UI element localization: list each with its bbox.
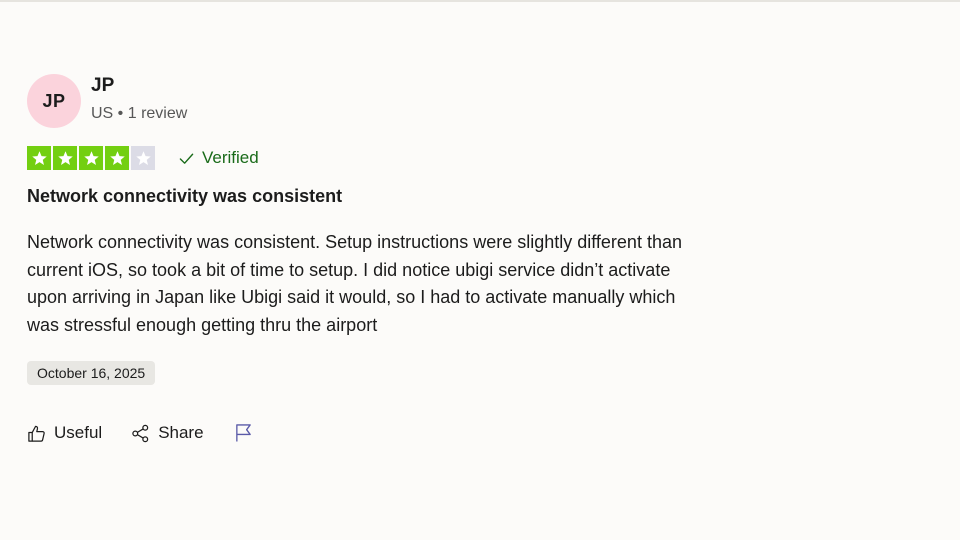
share-icon [132,424,149,442]
avatar[interactable]: JP [27,74,81,128]
verified-badge: Verified [179,148,259,168]
star-filled [79,146,103,170]
useful-label: Useful [54,423,103,442]
star-filled [27,146,51,170]
rating-row: Verified [27,146,707,170]
star-filled [53,146,77,170]
verified-label: Verified [202,148,259,167]
top-divider [0,0,960,2]
check-icon [179,153,194,164]
reviewer-info: JP US • 1 review [91,74,187,124]
reviewer-meta: US • 1 review [91,105,188,122]
review-body: Network connectivity was consistent. Set… [27,232,682,335]
star-empty [131,146,155,170]
share-label: Share [158,423,204,442]
reviewer-name[interactable]: JP [91,74,187,98]
report-flag-button[interactable] [234,423,253,443]
review-title: Network connectivity was consistent [27,186,343,206]
star-icon [83,150,99,165]
reviewer-header: JP JP US • 1 review [27,74,707,128]
flag-icon [235,424,251,442]
useful-button[interactable]: Useful [27,423,102,443]
star-rating [27,146,155,170]
review-date: October 16, 2025 [27,361,156,385]
star-icon [109,150,125,165]
star-filled [105,146,129,170]
review-card: JP JP US • 1 review Verified Network con… [27,74,707,443]
share-button[interactable]: Share [131,423,204,443]
star-icon [31,150,47,165]
thumbs-up-icon [28,425,45,442]
review-actions: Useful Share [27,423,707,443]
star-icon [135,150,151,165]
star-icon [57,150,73,165]
